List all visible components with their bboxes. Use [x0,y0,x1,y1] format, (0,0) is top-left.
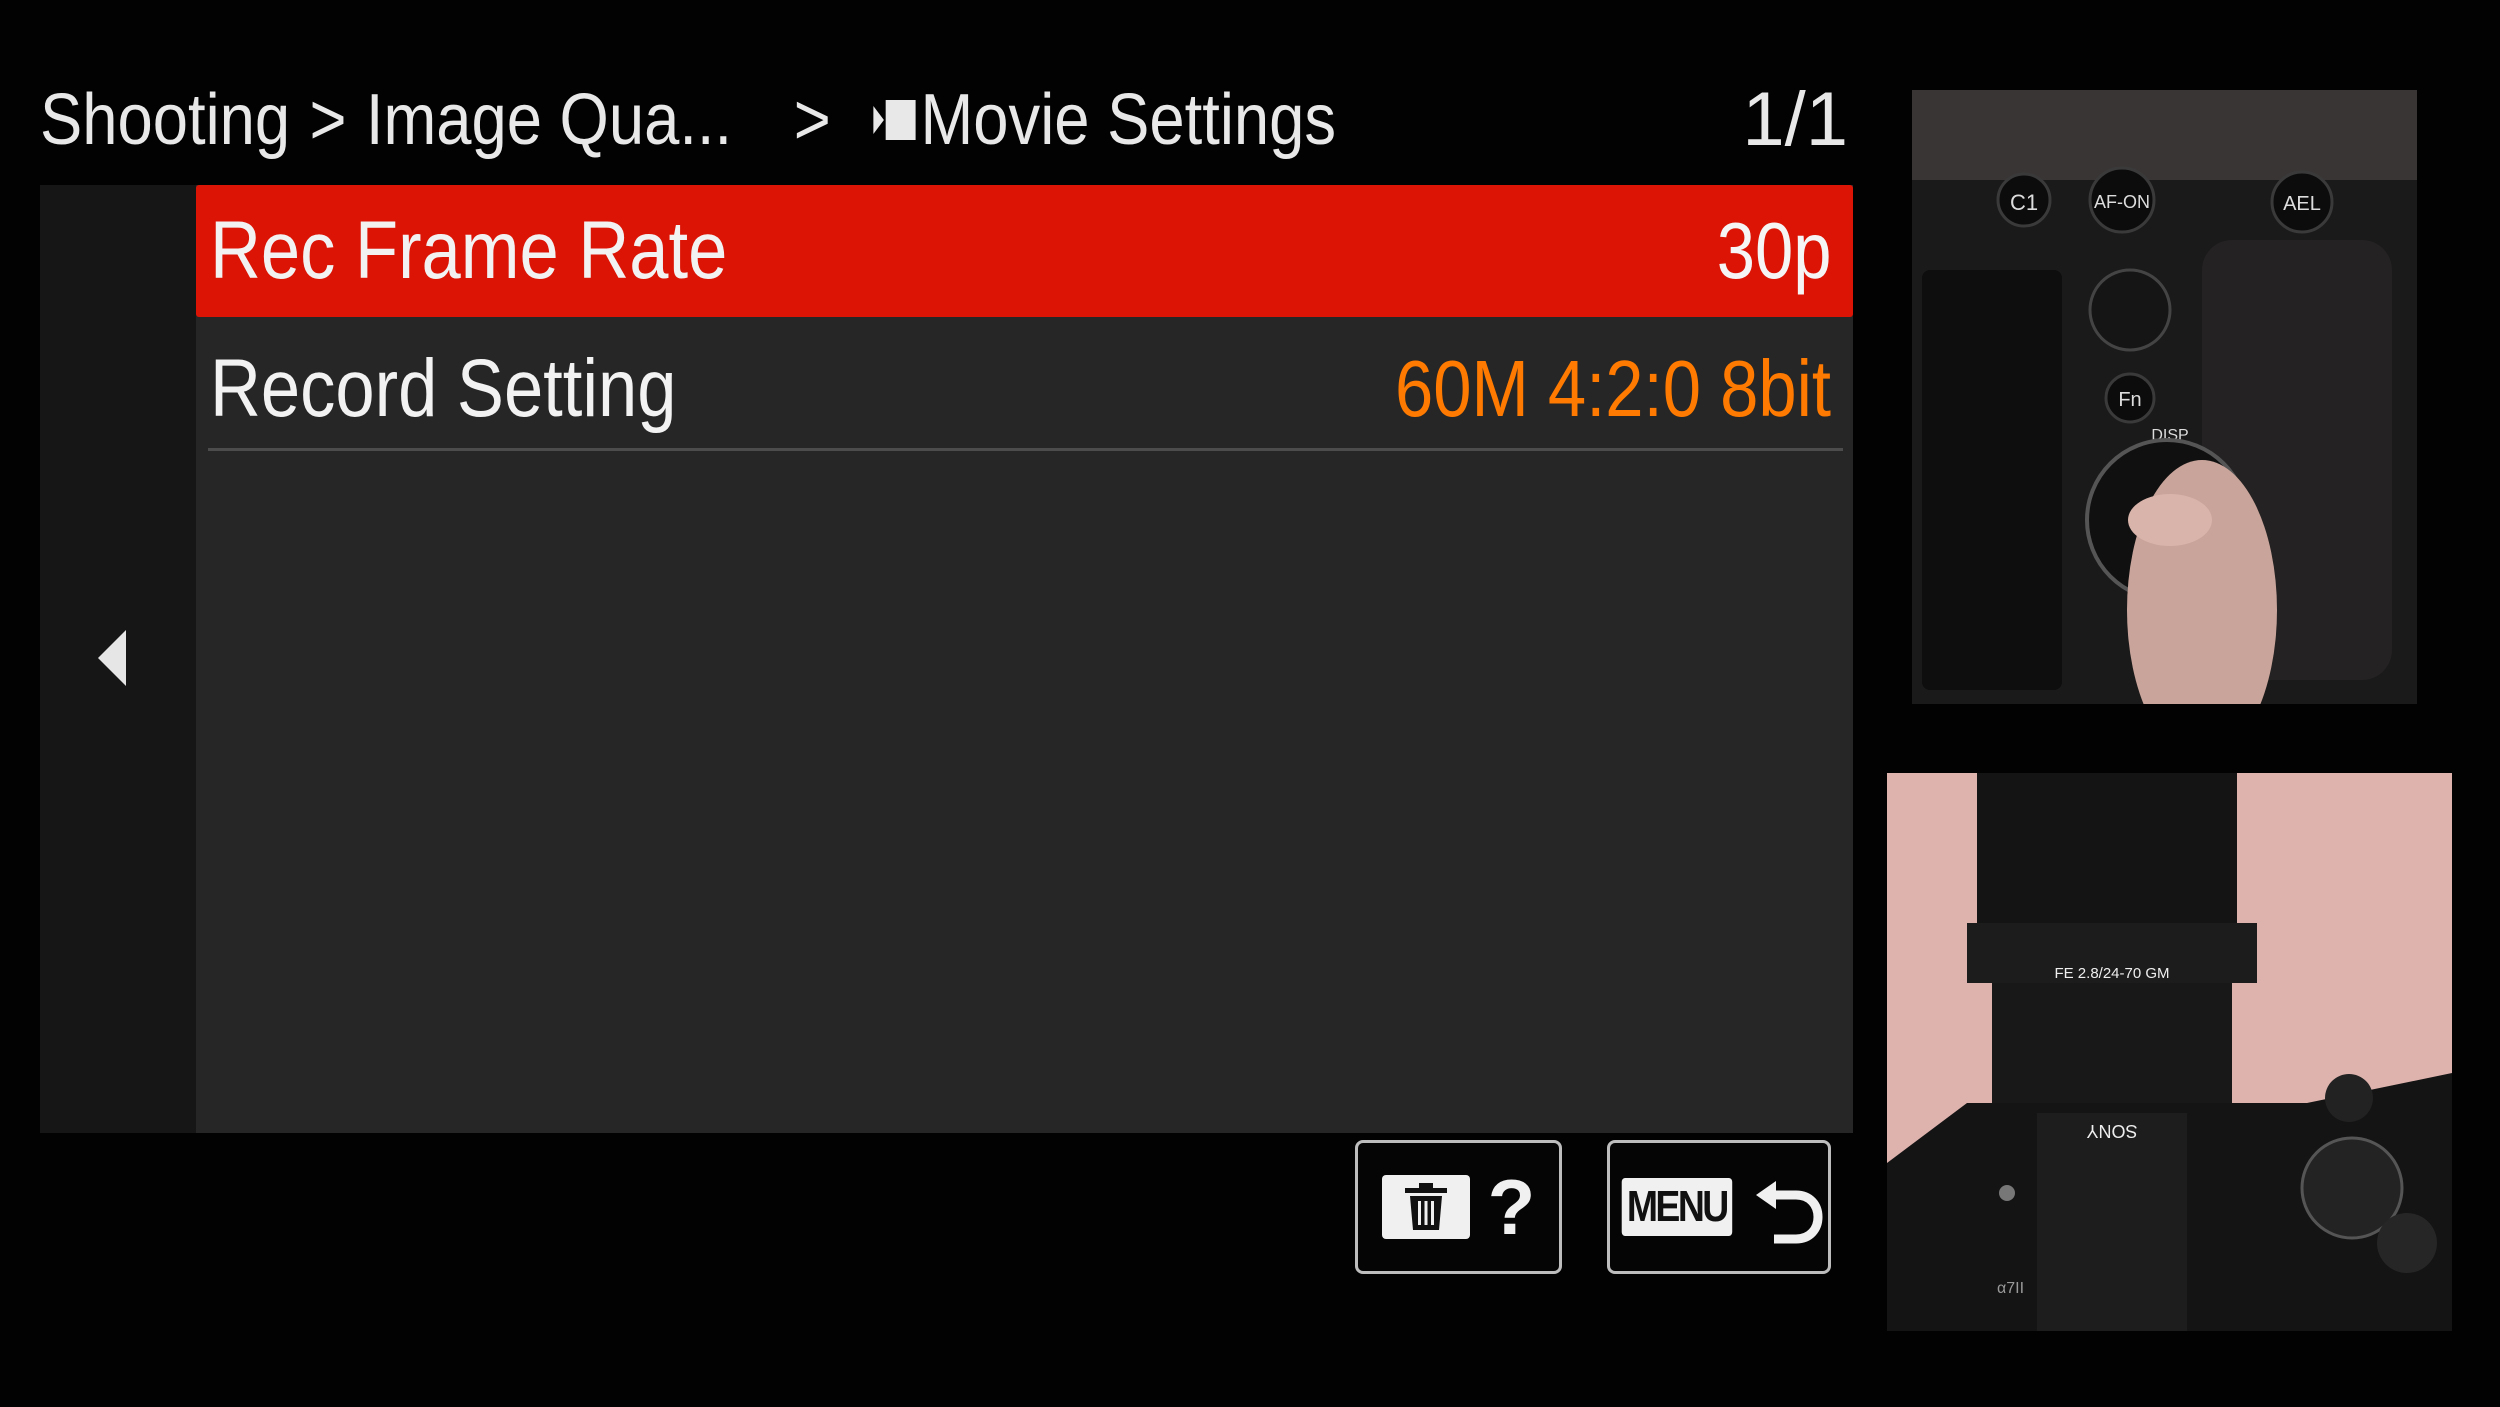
menu-side-column [40,185,196,1133]
menu-item-value: 30p [1716,206,1831,295]
left-arrow-icon[interactable] [98,630,126,686]
brand-label: SONY [2086,1121,2137,1141]
menu-panel: Rec Frame Rate 30p Record Setting 60M 4:… [40,185,1853,1133]
menu-item-label: Record Setting [210,343,677,434]
breadcrumb-movie-settings: Movie Settings [920,80,1337,160]
menu-item-record-setting[interactable]: Record Setting 60M 4:2:0 8bit [196,323,1853,455]
af-on-button-label: AF-ON [2094,192,2150,212]
breadcrumb: Shooting > Image Qua... > Movie Settings [40,70,1336,170]
model-label: α7II [1997,1280,2024,1297]
menu-item-value: 60M 4:2:0 8bit [1394,344,1831,433]
c1-button-label: C1 [2010,190,2038,215]
breadcrumb-shooting[interactable]: Shooting [40,79,290,161]
trash-icon [1381,1175,1470,1239]
ael-button-label: AEL [2283,193,2321,215]
return-arrow-icon [1755,1181,1823,1244]
breadcrumb-separator: > [309,80,347,160]
menu-item-label: Rec Frame Rate [210,205,728,296]
movie-mode-icon [872,100,916,140]
row-divider [208,448,1843,451]
breadcrumb-separator: > [793,80,831,160]
menu-item-rec-frame-rate[interactable]: Rec Frame Rate 30p [196,185,1853,317]
breadcrumb-image-quality[interactable]: Image Qua... [366,79,732,161]
menu-label: MENU [1621,1178,1733,1236]
menu-back-button[interactable]: MENU [1607,1140,1831,1274]
delete-help-button[interactable]: ? [1355,1140,1562,1274]
camera-top-photo: FE 2.8/24-70 GM SONY α7II [1887,773,2452,1331]
help-icon: ? [1487,1162,1536,1251]
camera-back-photo: C1 AF-ON AEL Fn DISP [1912,90,2417,704]
camera-menu-screen: Shooting > Image Qua... > Movie Settings… [0,0,2500,1407]
lens-label: FE 2.8/24-70 GM [2054,965,2169,982]
page-indicator: 1/1 [1742,77,1848,162]
fn-button-label: Fn [2118,389,2141,411]
